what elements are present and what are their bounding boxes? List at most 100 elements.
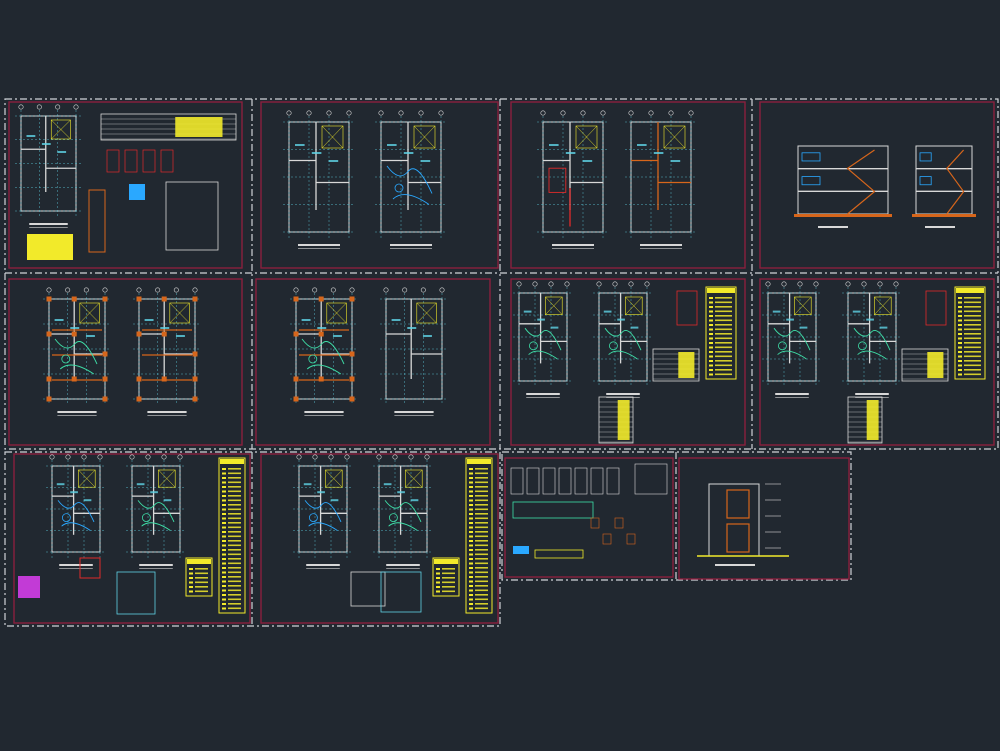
legend-symbol (189, 590, 193, 593)
legend-symbol (222, 580, 226, 583)
legend-entry (715, 319, 732, 322)
legend-symbol (469, 567, 473, 569)
plan-title-underline (304, 415, 344, 416)
legend-symbol (222, 535, 226, 538)
legend-symbol (222, 553, 226, 556)
legend-symbol (469, 531, 473, 533)
plan-title (640, 244, 682, 246)
legend-entry (475, 531, 488, 533)
legend-entry (475, 580, 488, 583)
legend-entry (228, 517, 241, 520)
legend-symbol (469, 522, 473, 524)
legend-symbol (709, 369, 713, 371)
structural-column (349, 351, 355, 357)
legend-symbol (958, 315, 962, 317)
legend-entry (228, 499, 241, 502)
legend-symbol (469, 585, 473, 587)
room-label (582, 160, 593, 162)
legend-entry (475, 517, 488, 520)
plan-title-underline (57, 415, 97, 416)
room-label (317, 491, 325, 494)
legend-entry (195, 590, 208, 593)
legend-entry (715, 333, 732, 335)
structural-column (46, 396, 52, 402)
legend-entry (228, 495, 241, 497)
legend-entry (228, 540, 241, 542)
legend-symbol (469, 508, 473, 511)
plan-title-underline (775, 397, 809, 398)
foundation (912, 214, 976, 217)
legend-entry (964, 346, 981, 349)
legend-symbol (436, 572, 440, 575)
legend-entry (228, 522, 241, 524)
legend-symbol (222, 589, 226, 592)
legend-entry (228, 468, 241, 470)
legend-entry (475, 607, 488, 610)
legend-entry (228, 571, 241, 574)
schedule-highlight (175, 117, 223, 137)
room-label (163, 499, 172, 502)
detail-symbol (129, 184, 145, 200)
legend-symbol (469, 558, 473, 560)
legend-entry (228, 549, 241, 551)
legend-entry (964, 333, 981, 335)
plan-title (304, 411, 344, 413)
structural-column (71, 296, 77, 302)
structural-column (349, 396, 355, 402)
legend-entry (228, 594, 241, 596)
legend-symbol (709, 310, 713, 313)
legend-symbol (469, 499, 473, 502)
legend-header (956, 288, 984, 293)
legend-entry (475, 544, 488, 547)
legend-entry (228, 558, 241, 560)
structural-column (349, 296, 355, 302)
legend-entry (228, 490, 241, 493)
legend-symbol (958, 337, 962, 340)
legend-entry (964, 301, 981, 304)
legend-entry (964, 297, 981, 299)
legend-symbol (958, 319, 962, 322)
room-label (852, 310, 861, 313)
legend-symbol (709, 328, 713, 331)
legend-symbol (222, 508, 226, 511)
legend-entry (228, 513, 241, 515)
legend-entry (715, 346, 732, 349)
legend-entry (228, 531, 241, 533)
legend-symbol (958, 369, 962, 371)
legend-entry (475, 540, 488, 542)
structural-column (318, 376, 324, 382)
legend-symbol (709, 315, 713, 317)
structural-column (293, 396, 299, 402)
legend-symbol (222, 486, 226, 488)
legend-entry (475, 468, 488, 470)
plan-title (57, 411, 97, 413)
legend-symbol (709, 319, 713, 322)
plan-title (59, 564, 93, 566)
legend-entry (715, 337, 732, 340)
legend-symbol (709, 346, 713, 349)
room-label (26, 135, 36, 137)
legend-symbol (469, 468, 473, 470)
legend-symbol (222, 567, 226, 569)
cad-drawing-canvas[interactable] (0, 0, 1000, 751)
tank-detail (18, 576, 40, 598)
legend-entry (964, 360, 981, 362)
room-label (144, 319, 154, 321)
structural-column (102, 351, 108, 357)
legend-symbol (222, 499, 226, 502)
structural-column (161, 296, 167, 302)
legend-entry (964, 342, 981, 344)
legend-entry (442, 581, 455, 584)
schedule-highlight (678, 352, 695, 378)
legend-entry (964, 373, 981, 376)
legend-symbol (709, 373, 713, 376)
legend-entry (475, 576, 488, 578)
legend-entry (228, 544, 241, 547)
legend-symbol (222, 472, 226, 475)
legend-symbol (189, 568, 193, 570)
plan-title (139, 564, 173, 566)
legend-entry (964, 315, 981, 317)
legend-entry (228, 562, 241, 565)
plan-title (29, 223, 68, 225)
legend-entry (475, 535, 488, 538)
